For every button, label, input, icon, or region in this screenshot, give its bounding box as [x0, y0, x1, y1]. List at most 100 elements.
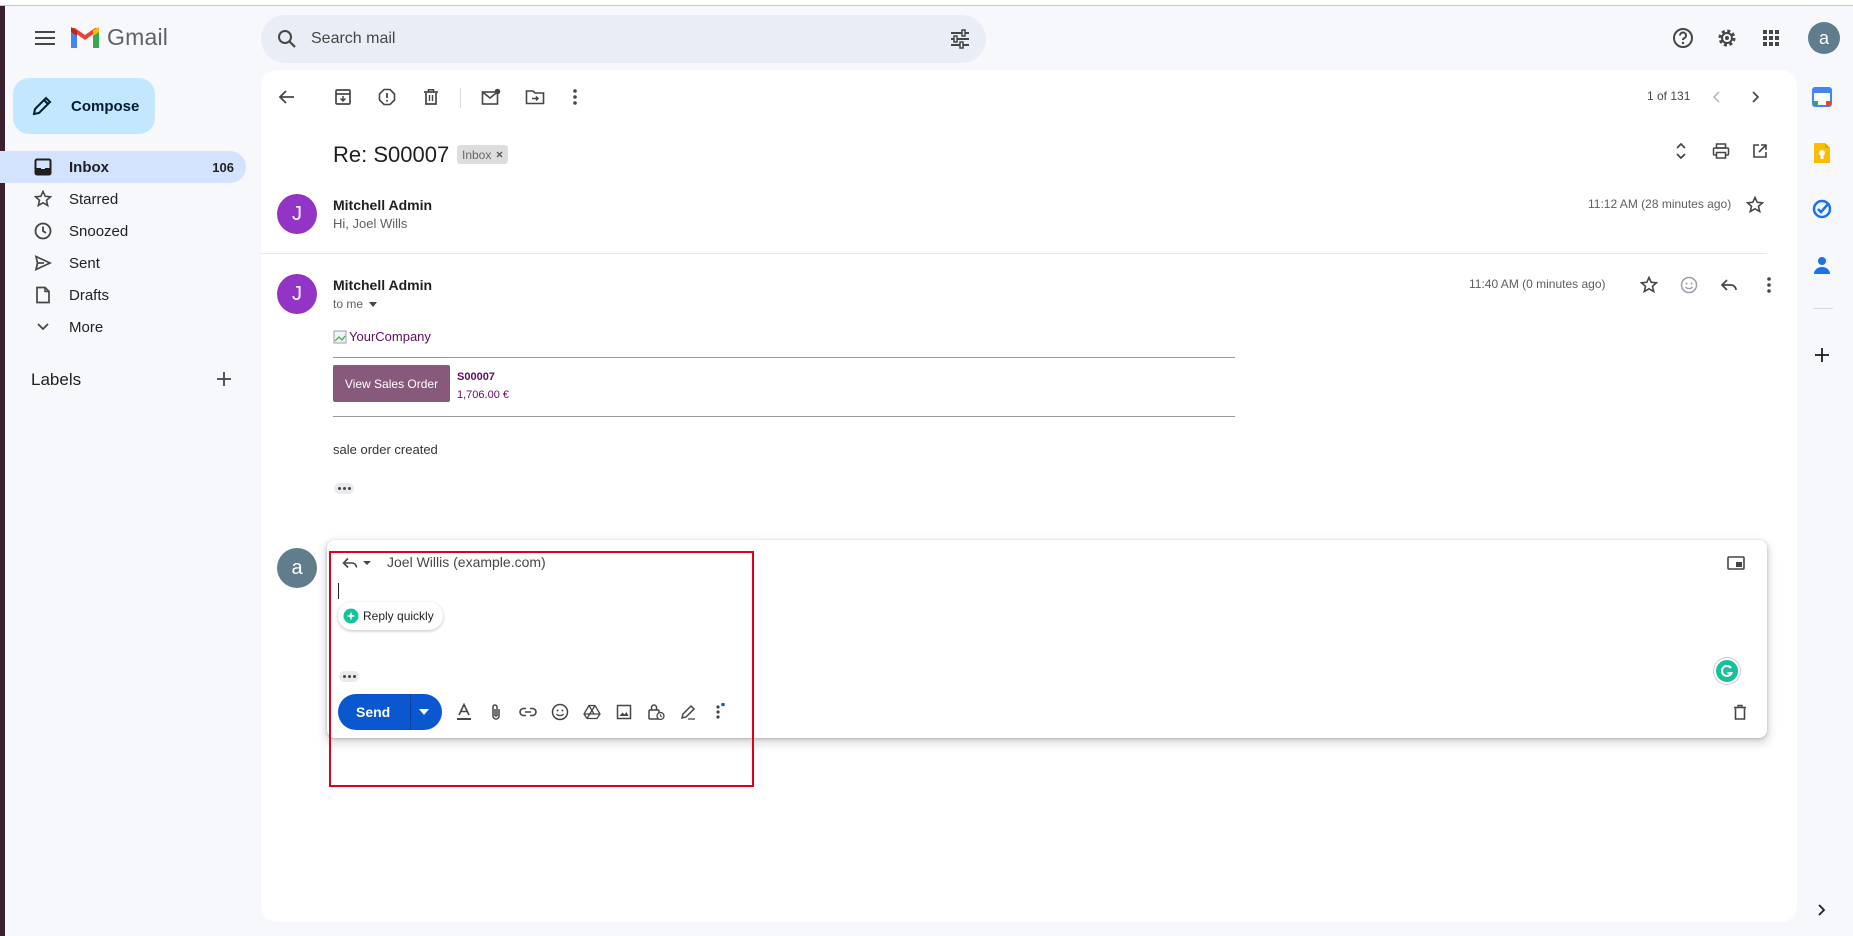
labels-heading: Labels [31, 370, 82, 389]
label-chip-text: Inbox [462, 147, 492, 162]
show-side-panel-chevron-icon[interactable] [1809, 897, 1835, 923]
company-logo-alt: YourCompany [349, 329, 431, 344]
mark-unread-icon[interactable] [476, 82, 506, 112]
reply-recipient[interactable]: Joel Willis (example.com) [387, 554, 546, 570]
inbox-label-chip[interactable]: Inbox [457, 145, 509, 164]
reply-quickly-button[interactable]: Reply quickly [338, 602, 443, 630]
sidebar-item-more[interactable]: More [0, 311, 246, 343]
insert-photo-icon[interactable] [609, 697, 639, 727]
more-vertical-icon[interactable] [560, 82, 590, 112]
newer-chevron-left-icon[interactable] [1701, 82, 1731, 112]
sidebar-item-label: Snoozed [69, 222, 129, 240]
sender-avatar[interactable]: J [277, 194, 317, 234]
sender-avatar[interactable]: J [277, 274, 317, 314]
report-spam-icon[interactable] [372, 82, 402, 112]
apps-grid-icon[interactable] [1755, 22, 1787, 54]
emoji-react-icon[interactable] [1674, 270, 1704, 300]
chevron-down-icon [33, 317, 53, 337]
send-label: Send [356, 704, 391, 720]
sender-name[interactable]: Mitchell Admin [333, 277, 432, 293]
add-label-icon[interactable] [215, 370, 233, 388]
settings-gear-icon[interactable] [1711, 22, 1743, 54]
send-button[interactable]: Send [338, 694, 442, 730]
company-logo-link[interactable]: YourCompany [333, 329, 431, 344]
sidebar-item-label: More [69, 318, 104, 336]
message-divider [261, 253, 1767, 254]
message-time: 11:12 AM (28 minutes ago) [1588, 197, 1732, 211]
google-drive-icon[interactable] [577, 697, 607, 727]
back-arrow-icon[interactable] [272, 82, 302, 112]
grammarly-icon[interactable] [1714, 658, 1740, 684]
message-snippet[interactable]: Hi, Joel Wills [333, 216, 407, 231]
search-icon[interactable] [275, 27, 299, 51]
insert-link-icon[interactable] [513, 697, 543, 727]
star-message-icon[interactable] [1634, 270, 1664, 300]
rail-divider [1813, 308, 1833, 309]
draft-icon [33, 285, 53, 305]
discard-draft-trash-icon[interactable] [1725, 697, 1755, 727]
main-menu-button[interactable] [25, 18, 65, 58]
reply-type-dropdown[interactable] [337, 548, 377, 578]
keep-icon[interactable] [1809, 140, 1835, 166]
insert-emoji-icon[interactable] [545, 697, 575, 727]
order-reference: S00007 [457, 371, 495, 383]
star-icon [33, 189, 53, 209]
sidebar-nav: Inbox 106 Starred Snoozed Sent Drafts Mo… [0, 151, 246, 343]
header: Gmail Search mail a [5, 6, 1853, 70]
reply-body-input[interactable] [335, 578, 1695, 668]
pop-out-reply-icon[interactable] [1721, 548, 1751, 578]
inbox-unread-count: 106 [212, 159, 234, 175]
message-more-vertical-icon[interactable] [1754, 270, 1784, 300]
account-avatar[interactable]: a [1808, 22, 1840, 54]
message-view: 1 of 131 Re: S00007 Inbox J Mitchell Adm… [261, 70, 1797, 922]
sidebar-item-drafts[interactable]: Drafts [0, 279, 246, 311]
more-options-vertical-icon[interactable] [705, 697, 735, 727]
sidebar-item-inbox[interactable]: Inbox 106 [0, 151, 246, 183]
get-addons-plus-icon[interactable] [1809, 342, 1835, 368]
attach-paperclip-icon[interactable] [481, 697, 511, 727]
help-icon[interactable] [1667, 22, 1699, 54]
window-left-edge [0, 6, 5, 936]
search-input[interactable]: Search mail [311, 30, 395, 48]
calendar-icon[interactable] [1809, 84, 1835, 110]
reply-icon[interactable] [1714, 270, 1744, 300]
archive-icon[interactable] [328, 82, 358, 112]
search-bar[interactable]: Search mail [261, 15, 986, 63]
grammarly-spark-icon [343, 608, 359, 624]
email-rule [333, 357, 1235, 358]
search-options-icon[interactable] [948, 27, 972, 51]
compose-button[interactable]: Compose [13, 78, 155, 134]
recipients-toggle[interactable]: to me [333, 297, 378, 311]
older-chevron-right-icon[interactable] [1741, 82, 1771, 112]
gmail-logo[interactable]: Gmail [69, 24, 168, 51]
reply-quickly-label: Reply quickly [363, 609, 434, 623]
open-new-window-icon[interactable] [1745, 136, 1775, 166]
inbox-icon [33, 157, 53, 177]
insert-signature-pen-icon[interactable] [673, 697, 703, 727]
tasks-icon[interactable] [1809, 196, 1835, 222]
reply-arrow-icon [342, 557, 358, 569]
message-time: 11:40 AM (0 minutes ago) [1469, 277, 1606, 291]
to-me-label: to me [333, 297, 364, 311]
expand-all-icon[interactable] [1666, 136, 1696, 166]
sidebar-item-sent[interactable]: Sent [0, 247, 246, 279]
formatting-options-icon[interactable] [449, 697, 479, 727]
star-message-icon[interactable] [1740, 190, 1770, 220]
reply-composer: Joel Willis (example.com) Reply quickly … [327, 540, 1767, 738]
send-icon [33, 253, 53, 273]
email-rule [333, 416, 1235, 417]
schedule-send-dropdown-icon[interactable] [418, 708, 430, 716]
show-trimmed-content-button[interactable] [334, 483, 354, 494]
confidential-mode-icon[interactable] [641, 697, 671, 727]
move-to-icon[interactable] [520, 82, 550, 112]
print-icon[interactable] [1706, 136, 1736, 166]
delete-trash-icon[interactable] [416, 82, 446, 112]
sidebar-item-snoozed[interactable]: Snoozed [0, 215, 246, 247]
sidebar-item-label: Drafts [69, 286, 110, 304]
contacts-icon[interactable] [1809, 252, 1835, 278]
broken-image-icon [333, 330, 347, 343]
sender-name[interactable]: Mitchell Admin [333, 197, 432, 213]
view-sales-order-button[interactable]: View Sales Order [333, 365, 450, 402]
show-quoted-text-button[interactable] [339, 671, 359, 682]
sidebar-item-starred[interactable]: Starred [0, 183, 246, 215]
